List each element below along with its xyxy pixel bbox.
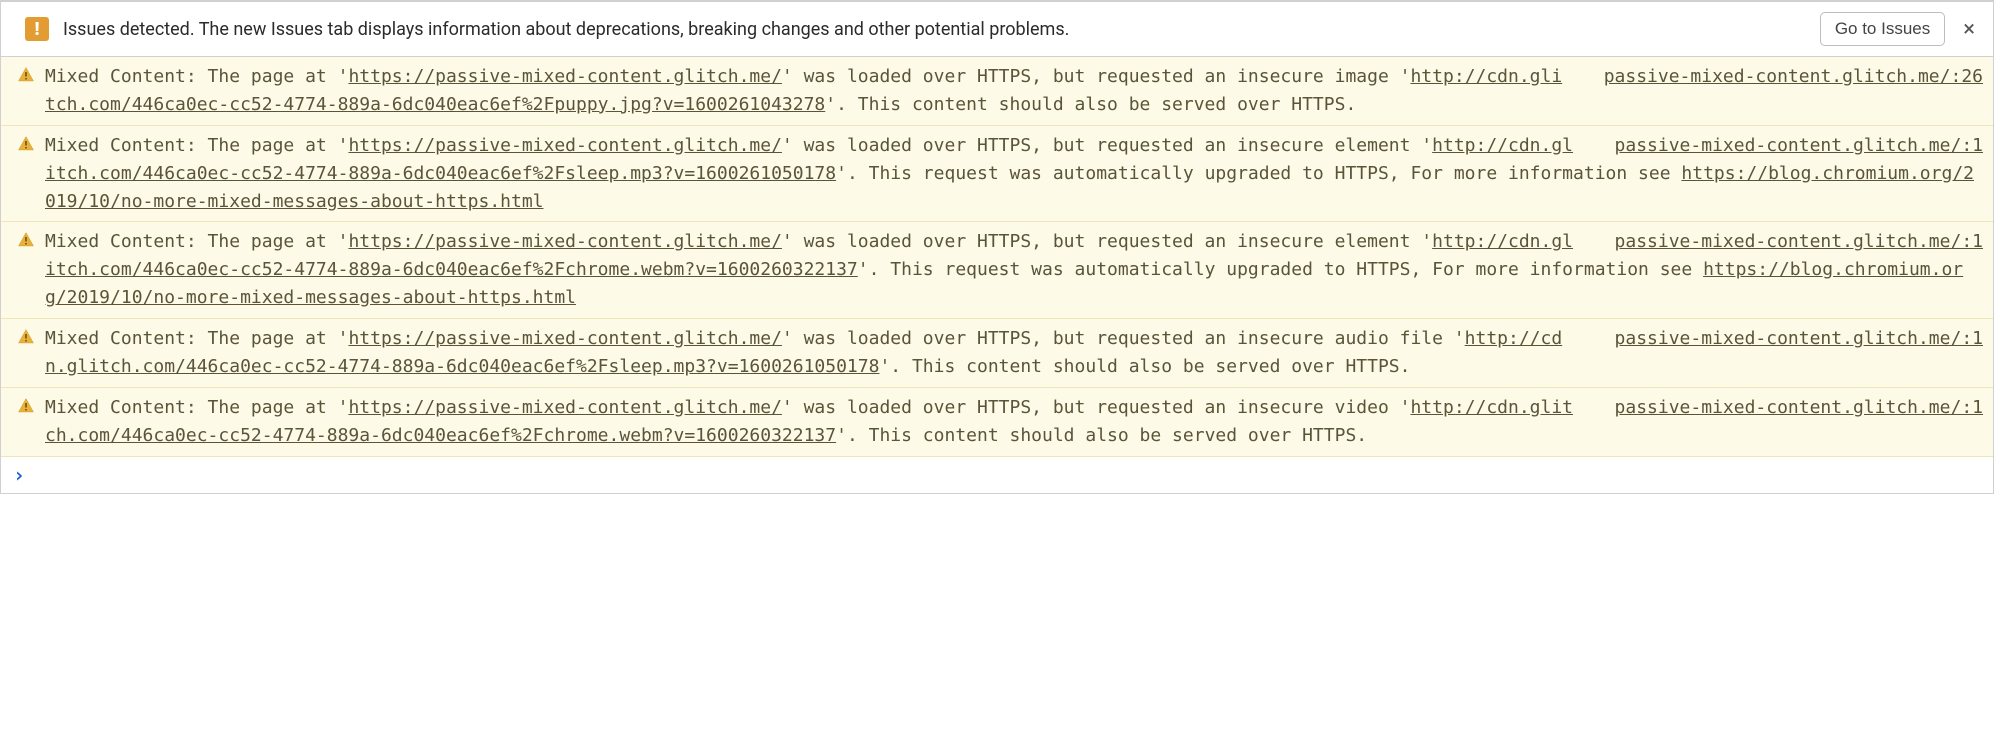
url-link[interactable]: https://passive-mixed-content.glitch.me/ xyxy=(348,231,781,252)
icon-glyph: ! xyxy=(35,19,40,40)
chevron-right-icon: › xyxy=(13,463,25,487)
console-warning-row: passive-mixed-content.glitch.me/:1Mixed … xyxy=(1,126,1993,223)
console-message-text: passive-mixed-content.glitch.me/:1Mixed … xyxy=(45,228,1983,312)
url-link[interactable]: http://cdn.glitch.com/446ca0ec-cc52-4774… xyxy=(45,135,1573,184)
console-warning-row: passive-mixed-content.glitch.me/:1Mixed … xyxy=(1,319,1993,388)
warning-triangle-icon xyxy=(17,328,35,346)
source-link[interactable]: passive-mixed-content.glitch.me/:26 xyxy=(1604,63,1983,91)
url-link[interactable]: http://cdn.glitch.com/446ca0ec-cc52-4774… xyxy=(45,66,1562,115)
console-message-text: passive-mixed-content.glitch.me/:1Mixed … xyxy=(45,325,1983,381)
issues-warning-icon: ! xyxy=(25,17,49,41)
close-banner-icon[interactable]: × xyxy=(1959,17,1979,42)
go-to-issues-button[interactable]: Go to Issues xyxy=(1820,12,1945,46)
console-message-text: passive-mixed-content.glitch.me/:26Mixed… xyxy=(45,63,1983,119)
warning-triangle-icon xyxy=(17,135,35,153)
source-link[interactable]: passive-mixed-content.glitch.me/:1 xyxy=(1615,325,1983,353)
source-link[interactable]: passive-mixed-content.glitch.me/:1 xyxy=(1615,394,1983,422)
warning-triangle-icon xyxy=(17,397,35,415)
devtools-console-panel: ! Issues detected. The new Issues tab di… xyxy=(0,0,1994,494)
warning-triangle-icon xyxy=(17,231,35,249)
source-link[interactable]: passive-mixed-content.glitch.me/:1 xyxy=(1615,228,1983,256)
console-message-list: passive-mixed-content.glitch.me/:26Mixed… xyxy=(1,57,1993,457)
warning-triangle-icon xyxy=(17,66,35,84)
issues-banner-text: Issues detected. The new Issues tab disp… xyxy=(63,19,1806,40)
console-warning-row: passive-mixed-content.glitch.me/:1Mixed … xyxy=(1,388,1993,457)
console-prompt[interactable]: › xyxy=(1,457,1993,493)
console-warning-row: passive-mixed-content.glitch.me/:26Mixed… xyxy=(1,57,1993,126)
url-link[interactable]: http://cdn.glitch.com/446ca0ec-cc52-4774… xyxy=(45,231,1573,280)
url-link[interactable]: http://cdn.glitch.com/446ca0ec-cc52-4774… xyxy=(45,328,1562,377)
issues-banner: ! Issues detected. The new Issues tab di… xyxy=(1,2,1993,57)
url-link[interactable]: https://passive-mixed-content.glitch.me/ xyxy=(348,135,781,156)
source-link[interactable]: passive-mixed-content.glitch.me/:1 xyxy=(1615,132,1983,160)
console-warning-row: passive-mixed-content.glitch.me/:1Mixed … xyxy=(1,222,1993,319)
url-link[interactable]: http://cdn.glitch.com/446ca0ec-cc52-4774… xyxy=(45,397,1573,446)
url-link[interactable]: https://passive-mixed-content.glitch.me/ xyxy=(348,66,781,87)
console-message-text: passive-mixed-content.glitch.me/:1Mixed … xyxy=(45,132,1983,216)
console-message-text: passive-mixed-content.glitch.me/:1Mixed … xyxy=(45,394,1983,450)
url-link[interactable]: https://passive-mixed-content.glitch.me/ xyxy=(348,397,781,418)
url-link[interactable]: https://passive-mixed-content.glitch.me/ xyxy=(348,328,781,349)
